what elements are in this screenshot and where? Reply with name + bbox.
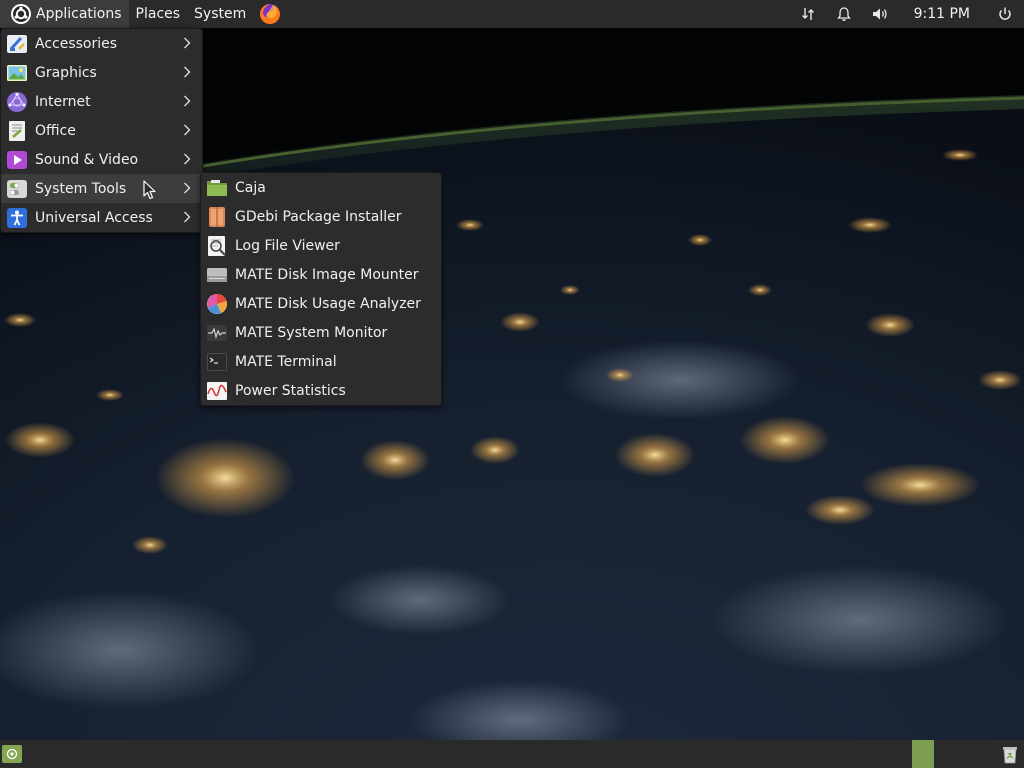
menu-item-label: GDebi Package Installer (235, 208, 402, 225)
menu-item-label: MATE Terminal (235, 353, 337, 370)
workspace-switcher[interactable] (912, 740, 934, 768)
menu-item-sound-video[interactable]: Sound & Video (1, 145, 202, 174)
top-panel: Applications Places System 9:11 PM (0, 0, 1024, 28)
menu-item-label: Caja (235, 179, 266, 196)
places-menu-button[interactable]: Places (129, 0, 188, 28)
menu-item-label: Power Statistics (235, 382, 346, 399)
menu-item-universal-access[interactable]: Universal Access (1, 203, 202, 232)
menu-item-label: MATE Disk Image Mounter (235, 266, 419, 283)
ubuntu-mate-logo-icon (11, 4, 31, 24)
menu-item-disk-image-mounter[interactable]: MATE Disk Image Mounter (201, 260, 441, 289)
menu-item-label: Office (35, 122, 76, 139)
show-desktop-icon (6, 748, 18, 760)
panel-menu-bar: Applications Places System (0, 0, 281, 28)
bottom-panel (0, 740, 1024, 768)
menu-item-label: MATE System Monitor (235, 324, 388, 341)
applications-menu: Accessories Graphics Internet Office Sou… (0, 28, 203, 233)
menu-item-system-monitor[interactable]: MATE System Monitor (201, 318, 441, 347)
caja-folder-icon (206, 177, 228, 199)
menu-item-office[interactable]: Office (1, 116, 202, 145)
menu-item-caja[interactable]: Caja (201, 173, 441, 202)
disk-image-mounter-icon (206, 264, 228, 286)
menu-item-terminal[interactable]: MATE Terminal (201, 347, 441, 376)
chevron-right-icon (184, 95, 191, 107)
menu-item-label: Accessories (35, 35, 118, 52)
chevron-right-icon (184, 66, 191, 78)
menu-item-log-file-viewer[interactable]: Log File Viewer (201, 231, 441, 260)
internet-icon (6, 91, 28, 113)
menu-item-graphics[interactable]: Graphics (1, 58, 202, 87)
chevron-right-icon (184, 153, 191, 165)
chevron-right-icon (184, 124, 191, 136)
chevron-right-icon (184, 211, 191, 223)
system-menu-button[interactable]: System (187, 0, 253, 28)
applications-menu-button[interactable]: Applications (0, 0, 129, 28)
disk-usage-analyzer-icon (206, 293, 228, 315)
power-statistics-icon (206, 380, 228, 402)
panel-clock[interactable]: 9:11 PM (898, 6, 986, 22)
system-monitor-icon (206, 322, 228, 344)
power-icon[interactable] (986, 0, 1024, 28)
menu-item-label: System Tools (35, 180, 127, 197)
terminal-icon (206, 351, 228, 373)
menu-item-power-statistics[interactable]: Power Statistics (201, 376, 441, 405)
menu-item-label: MATE Disk Usage Analyzer (235, 295, 421, 312)
notification-bell-icon[interactable] (826, 0, 862, 28)
panel-system-tray: 9:11 PM (790, 0, 1024, 28)
network-icon[interactable] (790, 0, 826, 28)
firefox-launcher-icon[interactable] (259, 3, 281, 25)
menu-item-label: Graphics (35, 64, 97, 81)
menu-item-accessories[interactable]: Accessories (1, 29, 202, 58)
places-menu-label: Places (135, 6, 181, 22)
package-installer-icon (206, 206, 228, 228)
menu-item-label: Universal Access (35, 209, 153, 226)
menu-item-disk-usage-analyzer[interactable]: MATE Disk Usage Analyzer (201, 289, 441, 318)
menu-item-internet[interactable]: Internet (1, 87, 202, 116)
log-viewer-icon (206, 235, 228, 257)
show-desktop-button[interactable] (2, 745, 22, 763)
menu-item-label: Sound & Video (35, 151, 139, 168)
volume-icon[interactable] (862, 0, 898, 28)
trash-icon[interactable] (1000, 744, 1020, 764)
accessories-icon (6, 33, 28, 55)
mouse-cursor-icon (143, 180, 156, 200)
system-menu-label: System (194, 6, 247, 22)
menu-item-label: Internet (35, 93, 91, 110)
graphics-icon (6, 62, 28, 84)
system-tools-icon (6, 178, 28, 200)
system-tools-submenu: Caja GDebi Package Installer Log File Vi… (200, 172, 442, 406)
menu-item-gdebi[interactable]: GDebi Package Installer (201, 202, 441, 231)
chevron-right-icon (184, 37, 191, 49)
sound-video-icon (6, 149, 28, 171)
menu-item-system-tools[interactable]: System Tools (1, 174, 202, 203)
menu-item-label: Log File Viewer (235, 237, 340, 254)
office-icon (6, 120, 28, 142)
chevron-right-icon (184, 182, 191, 194)
applications-menu-label: Applications (36, 6, 122, 22)
universal-access-icon (6, 207, 28, 229)
